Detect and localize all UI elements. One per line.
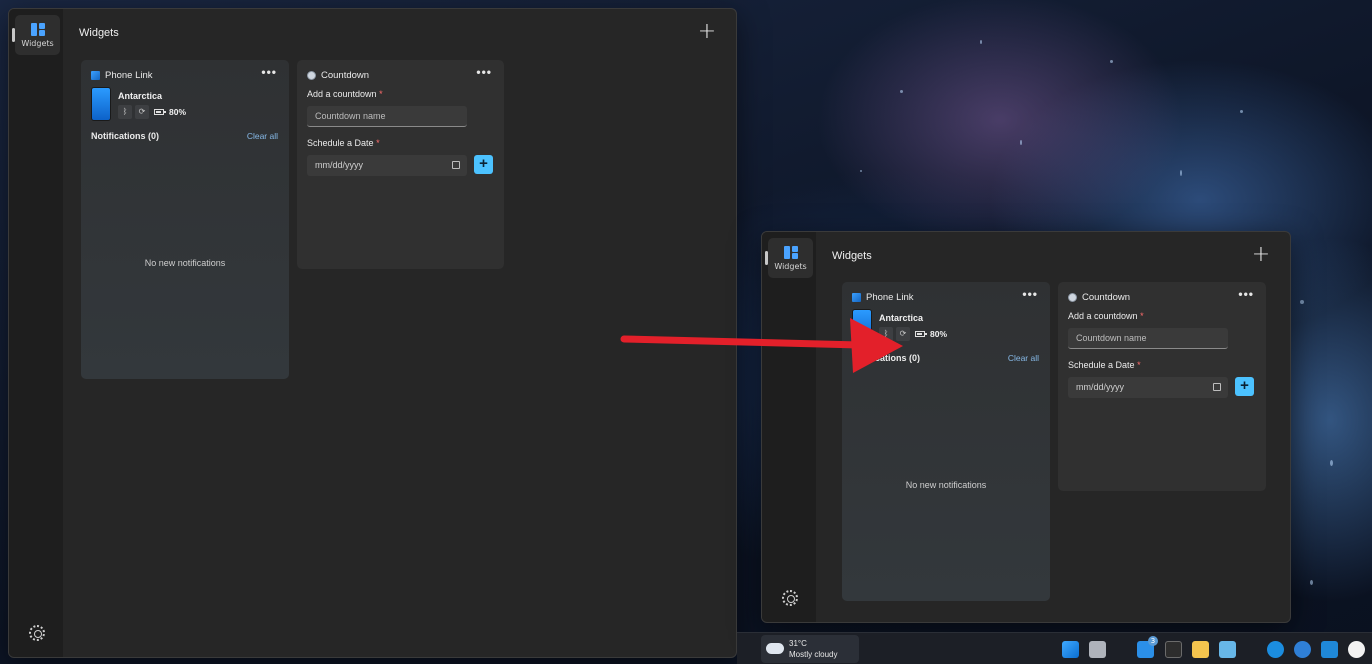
- start-windows-icon[interactable]: [1062, 641, 1079, 658]
- selected-indicator: [765, 251, 768, 265]
- countdown-name-input[interactable]: Countdown name: [1068, 328, 1228, 349]
- phone-link-icon: [91, 71, 100, 80]
- more-options-icon[interactable]: •••: [476, 66, 492, 78]
- add-widget-button[interactable]: +: [1251, 244, 1271, 266]
- empty-notifications-text: No new notifications: [144, 258, 226, 268]
- required-mark: *: [376, 138, 380, 148]
- required-mark: *: [1140, 311, 1144, 321]
- widgets-board-small: Widgets Widgets + Phone Link ••• Antarct…: [761, 231, 1291, 623]
- cloudy-weather-icon: [766, 638, 784, 654]
- taskbar: 31°C Mostly cloudy 3: [737, 632, 1372, 664]
- device-status: ᛒ ⟳ 80%: [879, 327, 947, 341]
- terminal-icon[interactable]: [1165, 641, 1182, 658]
- notepad-icon[interactable]: [1219, 641, 1236, 658]
- phone-link-widget: Phone Link ••• Antarctica ᛒ ⟳ 80% Notifi…: [842, 282, 1050, 601]
- sync-icon[interactable]: ⟳: [896, 327, 910, 341]
- weather-description: Mostly cloudy: [789, 650, 838, 659]
- weather-widget-button[interactable]: 31°C Mostly cloudy: [761, 635, 859, 663]
- notifications-title: Notifications (0): [91, 131, 160, 141]
- battery-icon: [154, 109, 166, 115]
- date-placeholder: mm/dd/yyyy: [1076, 382, 1125, 392]
- calendar-icon[interactable]: [1213, 383, 1221, 391]
- board-title: Widgets: [79, 27, 119, 39]
- countdown-widget: Countdown ••• Add a countdown * Countdow…: [1058, 282, 1266, 491]
- selected-indicator: [12, 28, 15, 42]
- widget-header: Countdown: [307, 70, 369, 81]
- add-countdown-label: Add a countdown *: [307, 89, 383, 99]
- required-mark: *: [1137, 360, 1141, 370]
- task-view-icon[interactable]: [1089, 641, 1106, 658]
- settings-gear-icon[interactable]: [782, 590, 798, 606]
- widget-header: Phone Link: [852, 292, 914, 303]
- schedule-date-label: Schedule a Date *: [307, 138, 380, 148]
- battery-level: 80%: [169, 107, 187, 117]
- date-placeholder: mm/dd/yyyy: [315, 160, 364, 170]
- phone-link-icon: [852, 293, 861, 302]
- calendar-icon[interactable]: [452, 161, 460, 169]
- empty-notifications-text: No new notifications: [905, 480, 987, 490]
- rail-item-label: Widgets: [21, 38, 54, 48]
- widgets-rail: Widgets: [9, 9, 63, 657]
- settings-gear-icon[interactable]: [29, 625, 45, 641]
- rail-item-widgets[interactable]: Widgets: [765, 238, 813, 278]
- widget-app-name: Phone Link: [866, 292, 914, 303]
- add-widget-button[interactable]: +: [697, 21, 717, 43]
- rail-item-widgets[interactable]: Widgets: [12, 15, 60, 55]
- phone-device-icon: [852, 309, 872, 343]
- widget-header: Countdown: [1068, 292, 1130, 303]
- penguin-icon[interactable]: [1348, 641, 1365, 658]
- widget-app-name: Phone Link: [105, 70, 153, 81]
- clear-all-link[interactable]: Clear all: [1008, 353, 1039, 363]
- add-countdown-label: Add a countdown *: [1068, 311, 1144, 321]
- widgets-board-large: Widgets Widgets + Phone Link ••• Antarct…: [8, 8, 737, 658]
- schedule-date-label: Schedule a Date *: [1068, 360, 1141, 370]
- widget-header: Phone Link: [91, 70, 153, 81]
- app-shield-icon[interactable]: [1294, 641, 1311, 658]
- more-options-icon[interactable]: •••: [1238, 288, 1254, 300]
- countdown-icon: [1068, 293, 1077, 302]
- date-input[interactable]: mm/dd/yyyy: [1068, 377, 1228, 398]
- rail-item-label: Widgets: [774, 261, 807, 271]
- more-options-icon[interactable]: •••: [261, 66, 277, 78]
- board-title: Widgets: [832, 250, 872, 262]
- required-mark: *: [379, 89, 383, 99]
- date-input[interactable]: mm/dd/yyyy: [307, 155, 467, 176]
- device-status: ᛒ ⟳ 80%: [118, 105, 186, 119]
- notifications-title: Notifications (0): [852, 353, 921, 363]
- vscode-icon[interactable]: [1321, 641, 1338, 658]
- weather-temperature: 31°C: [789, 639, 807, 648]
- file-explorer-icon[interactable]: [1192, 641, 1209, 658]
- bluetooth-icon[interactable]: ᛒ: [879, 327, 893, 341]
- battery-level: 80%: [930, 329, 948, 339]
- phone-link-widget: Phone Link ••• Antarctica ᛒ ⟳ 80% Notifi…: [81, 60, 289, 379]
- browser-icon[interactable]: [1267, 641, 1284, 658]
- device-name: Antarctica: [118, 91, 163, 101]
- notification-badge: 3: [1148, 636, 1158, 646]
- widgets-icon: [783, 245, 798, 259]
- device-name: Antarctica: [879, 313, 924, 323]
- battery-icon: [915, 331, 927, 337]
- widgets-rail: Widgets: [762, 232, 816, 622]
- countdown-name-input[interactable]: Countdown name: [307, 106, 467, 127]
- widget-app-name: Countdown: [321, 70, 370, 81]
- clear-all-link[interactable]: Clear all: [247, 131, 278, 141]
- add-countdown-button[interactable]: +: [474, 155, 493, 174]
- bluetooth-icon[interactable]: ᛒ: [118, 105, 132, 119]
- phone-device-icon: [91, 87, 111, 121]
- more-options-icon[interactable]: •••: [1022, 288, 1038, 300]
- widgets-icon: [30, 22, 45, 36]
- countdown-widget: Countdown ••• Add a countdown * Countdow…: [297, 60, 504, 269]
- widget-app-name: Countdown: [1082, 292, 1131, 303]
- add-countdown-button[interactable]: +: [1235, 377, 1254, 396]
- countdown-icon: [307, 71, 316, 80]
- sync-icon[interactable]: ⟳: [135, 105, 149, 119]
